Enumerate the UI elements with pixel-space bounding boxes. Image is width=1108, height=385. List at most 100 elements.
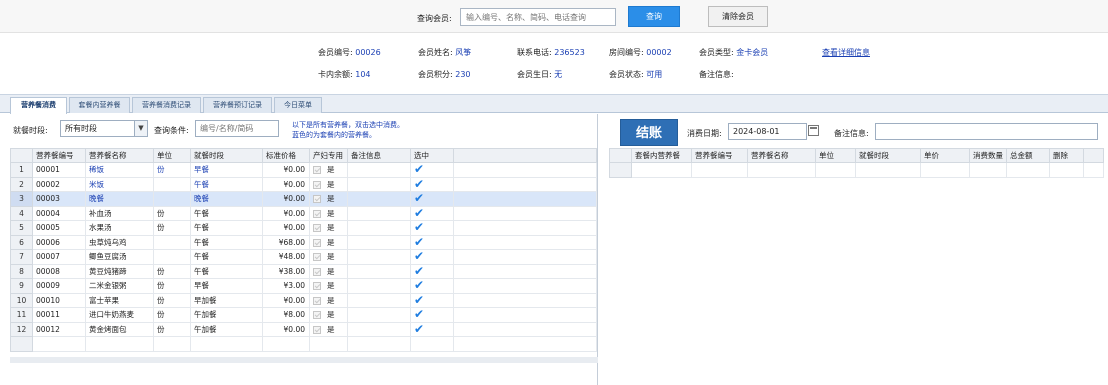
unit-cell: 份 bbox=[153, 205, 191, 221]
column-header-delete[interactable]: 删除 bbox=[1049, 148, 1084, 163]
meal-table: 营养餐编号 营养餐名称 单位 就餐时段 标准价格 产妇专用 备注信息 选中 10… bbox=[10, 148, 597, 352]
table-row[interactable]: 11 00011 进口牛奶燕麦份午加餐 ¥8.00 是 ✔ bbox=[10, 307, 597, 323]
calendar-icon[interactable] bbox=[808, 125, 819, 136]
select-cell[interactable]: ✔ bbox=[410, 307, 454, 323]
table-row[interactable]: 12 00012 黄金烤面包份午加餐 ¥0.00 是 ✔ bbox=[10, 321, 597, 337]
table-row[interactable]: 1 00001 稀饭份早餐 ¥0.00 是 ✔ bbox=[10, 162, 597, 178]
view-details-link[interactable]: 查看详细信息 bbox=[822, 47, 870, 58]
table-cell bbox=[453, 191, 597, 207]
column-header-unit[interactable]: 单位 bbox=[153, 148, 191, 163]
query-condition-label: 查询条件: bbox=[154, 126, 189, 135]
checkout-button[interactable]: 结账 bbox=[620, 119, 678, 146]
tab-booking-records[interactable]: 营养餐预订记录 bbox=[203, 97, 272, 113]
column-header-price[interactable]: 标准价格 bbox=[262, 148, 310, 163]
maternal-only-cell: 是 bbox=[309, 263, 348, 279]
select-cell[interactable]: ✔ bbox=[410, 292, 454, 308]
column-header-quantity[interactable]: 消费数量 bbox=[969, 148, 1007, 163]
order-remark-input[interactable] bbox=[875, 123, 1098, 140]
column-header-name[interactable]: 营养餐名称 bbox=[747, 148, 816, 163]
checkmark-icon[interactable]: ✔ bbox=[414, 294, 424, 307]
column-header-maternal[interactable]: 产妇专用 bbox=[309, 148, 348, 163]
meal-name-cell: 米饭 bbox=[85, 176, 154, 192]
column-header-unit-price[interactable]: 单价 bbox=[920, 148, 970, 163]
tab-package-meals[interactable]: 套餐内营养餐 bbox=[69, 97, 130, 113]
room-number-value: 00002 bbox=[646, 48, 672, 57]
consumption-pane: 结账 消费日期: 2024-08-01 备注信息: 套餐内营养餐 营养餐编号 营… bbox=[599, 114, 1108, 385]
checkmark-icon[interactable]: ✔ bbox=[414, 178, 424, 191]
member-status-value: 可用 bbox=[646, 70, 663, 79]
remark-cell bbox=[347, 234, 411, 250]
hint-line-1: 以下是所有营养餐，双击选中消费。 bbox=[292, 121, 404, 129]
maternal-only-cell: 是 bbox=[309, 307, 348, 323]
meal-name-cell: 二米金银粥 bbox=[85, 278, 154, 294]
maternal-text: 是 bbox=[327, 194, 335, 204]
maternal-text: 是 bbox=[327, 295, 335, 305]
select-cell[interactable]: ✔ bbox=[410, 234, 454, 250]
checkmark-icon[interactable]: ✔ bbox=[414, 250, 424, 263]
table-row[interactable]: 2 00002 米饭 午餐 ¥0.00 是 ✔ bbox=[10, 176, 597, 192]
table-row[interactable]: 8 00008 黄豆炖猪蹄份午餐 ¥38.00 是 ✔ bbox=[10, 263, 597, 279]
unit-cell: 份 bbox=[153, 220, 191, 236]
maternal-checkbox bbox=[313, 166, 321, 175]
select-cell[interactable]: ✔ bbox=[410, 176, 454, 192]
meal-period-select[interactable]: 所有时段 ▼ bbox=[60, 120, 148, 137]
tab-todays-menu[interactable]: 今日菜单 bbox=[274, 97, 322, 113]
column-header-period[interactable]: 就餐时段 bbox=[855, 148, 921, 163]
checkmark-icon[interactable]: ✔ bbox=[414, 279, 424, 292]
select-cell[interactable]: ✔ bbox=[410, 162, 454, 178]
column-header-code[interactable]: 营养餐编号 bbox=[691, 148, 748, 163]
meal-name-cell: 富士苹果 bbox=[85, 292, 154, 308]
table-row[interactable]: 7 00007 鲫鱼豆腐汤 午餐 ¥48.00 是 ✔ bbox=[10, 249, 597, 265]
member-search-bar: 查询会员: 查询 清除会员 bbox=[0, 0, 1108, 33]
table-row[interactable]: 9 00009 二米金银粥份早餐 ¥3.00 是 ✔ bbox=[10, 278, 597, 294]
select-cell[interactable]: ✔ bbox=[410, 263, 454, 279]
tab-meal-consumption[interactable]: 营养餐消费 bbox=[10, 97, 67, 114]
table-row[interactable]: 10 00010 富士苹果份早加餐 ¥0.00 是 ✔ bbox=[10, 292, 597, 308]
column-header-code[interactable]: 营养餐编号 bbox=[32, 148, 86, 163]
checkmark-icon[interactable]: ✔ bbox=[414, 236, 424, 249]
column-header-in-package[interactable]: 套餐内营养餐 bbox=[631, 148, 692, 163]
table-cell bbox=[453, 220, 597, 236]
tab-consumption-records[interactable]: 营养餐消费记录 bbox=[132, 97, 201, 113]
column-header-period[interactable]: 就餐时段 bbox=[190, 148, 263, 163]
chevron-down-icon[interactable]: ▼ bbox=[134, 121, 147, 136]
checkmark-icon[interactable]: ✔ bbox=[414, 163, 424, 176]
table-row[interactable]: 6 00006 虫草炖乌鸡 午餐 ¥68.00 是 ✔ bbox=[10, 234, 597, 250]
column-header-selected[interactable]: 选中 bbox=[410, 148, 454, 163]
checkmark-icon[interactable]: ✔ bbox=[414, 265, 424, 278]
member-search-input[interactable] bbox=[460, 8, 616, 26]
checkmark-icon[interactable]: ✔ bbox=[414, 323, 424, 336]
price-cell: ¥0.00 bbox=[262, 205, 310, 221]
table-row[interactable]: 3 00003 晚餐 晚餐 ¥0.00 是 ✔ bbox=[10, 191, 597, 207]
select-cell[interactable]: ✔ bbox=[410, 205, 454, 221]
price-cell: ¥0.00 bbox=[262, 176, 310, 192]
select-cell[interactable]: ✔ bbox=[410, 278, 454, 294]
checkmark-icon[interactable]: ✔ bbox=[414, 207, 424, 220]
select-cell[interactable]: ✔ bbox=[410, 220, 454, 236]
checkmark-icon[interactable]: ✔ bbox=[414, 221, 424, 234]
column-header-remark[interactable]: 备注信息 bbox=[347, 148, 411, 163]
checkmark-icon[interactable]: ✔ bbox=[414, 308, 424, 321]
clear-member-button[interactable]: 清除会员 bbox=[708, 6, 768, 27]
select-cell[interactable]: ✔ bbox=[410, 191, 454, 207]
maternal-text: 是 bbox=[327, 208, 335, 218]
query-condition-input[interactable] bbox=[195, 120, 279, 137]
checkmark-icon[interactable]: ✔ bbox=[414, 192, 424, 205]
column-header-total[interactable]: 总金额 bbox=[1006, 148, 1050, 163]
table-row[interactable]: 5 00005 水果汤份午餐 ¥0.00 是 ✔ bbox=[10, 220, 597, 236]
query-button[interactable]: 查询 bbox=[628, 6, 680, 27]
select-cell[interactable]: ✔ bbox=[410, 321, 454, 337]
column-header-unit[interactable]: 单位 bbox=[815, 148, 856, 163]
horizontal-scrollbar[interactable] bbox=[10, 357, 598, 363]
hint-line-2: 蓝色的为套餐内的营养餐。 bbox=[292, 131, 376, 139]
member-status-field: 会员状态: 可用 bbox=[609, 69, 662, 80]
meal-code-cell: 00004 bbox=[32, 205, 86, 221]
table-cell bbox=[453, 307, 597, 323]
consume-date-input[interactable]: 2024-08-01 bbox=[728, 123, 807, 140]
table-row[interactable]: 4 00004 补血汤份午餐 ¥0.00 是 ✔ bbox=[10, 205, 597, 221]
select-cell[interactable]: ✔ bbox=[410, 249, 454, 265]
table-cell bbox=[453, 292, 597, 308]
column-header-name[interactable]: 营养餐名称 bbox=[85, 148, 154, 163]
meal-period-cell: 早餐 bbox=[190, 162, 263, 178]
table-cell bbox=[347, 336, 411, 352]
